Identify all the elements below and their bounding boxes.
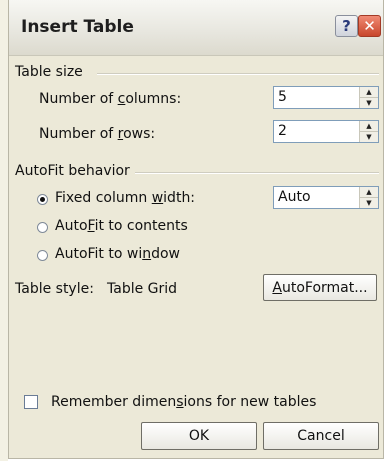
autofit-window-radio[interactable] (37, 250, 48, 261)
columns-spin-buttons: ▲ ▼ (359, 87, 378, 108)
fixed-width-up-arrow-icon[interactable]: ▲ (360, 187, 378, 198)
help-icon: ? (342, 17, 351, 35)
ok-button[interactable]: OK (141, 422, 257, 450)
background-edge (0, 0, 8, 461)
autofit-divider (135, 172, 379, 174)
columns-down-arrow-icon[interactable]: ▼ (360, 98, 378, 108)
close-icon: ✕ (363, 17, 376, 35)
fixed-width-label[interactable]: Fixed column width: (55, 190, 195, 206)
fixed-width-spin-buttons: ▲ ▼ (359, 187, 378, 208)
help-button[interactable]: ? (335, 15, 358, 37)
table-style-label: Table style: (15, 281, 94, 297)
autofit-window-label[interactable]: AutoFit to window (55, 246, 180, 262)
table-size-divider (97, 73, 379, 75)
dialog-title: Insert Table (21, 17, 134, 37)
radio-selected-dot (40, 197, 45, 202)
fixed-width-down-arrow-icon[interactable]: ▼ (360, 198, 378, 208)
close-button[interactable]: ✕ (358, 15, 381, 37)
fixed-width-radio[interactable] (37, 194, 48, 205)
rows-spinner[interactable]: 2 ▲ ▼ (273, 120, 379, 143)
rows-label: Number of rows: (39, 126, 156, 142)
columns-label: Number of columns: (39, 91, 182, 107)
columns-up-arrow-icon[interactable]: ▲ (360, 87, 378, 98)
remember-dimensions-checkbox[interactable] (24, 395, 38, 409)
columns-spinner[interactable]: 5 ▲ ▼ (273, 86, 379, 109)
fixed-width-spinner[interactable]: Auto ▲ ▼ (273, 186, 379, 209)
autofit-label: AutoFit behavior (15, 163, 130, 179)
title-bar: Insert Table ? ✕ (9, 0, 383, 56)
rows-value: 2 (278, 123, 287, 139)
remember-dimensions-label[interactable]: Remember dimensions for new tables (51, 394, 316, 410)
table-size-label: Table size (15, 64, 83, 80)
autofit-contents-radio[interactable] (37, 222, 48, 233)
cancel-button[interactable]: Cancel (263, 422, 379, 450)
columns-value: 5 (278, 89, 287, 105)
rows-spin-buttons: ▲ ▼ (359, 121, 378, 142)
rows-up-arrow-icon[interactable]: ▲ (360, 121, 378, 132)
rows-down-arrow-icon[interactable]: ▼ (360, 132, 378, 142)
insert-table-dialog: Insert Table ? ✕ Table size Number of co… (8, 0, 384, 459)
fixed-width-value: Auto (278, 189, 311, 205)
autofit-contents-label[interactable]: AutoFit to contents (55, 218, 188, 234)
table-style-value: Table Grid (107, 281, 178, 297)
autoformat-button[interactable]: AutoFormat... (263, 274, 377, 301)
